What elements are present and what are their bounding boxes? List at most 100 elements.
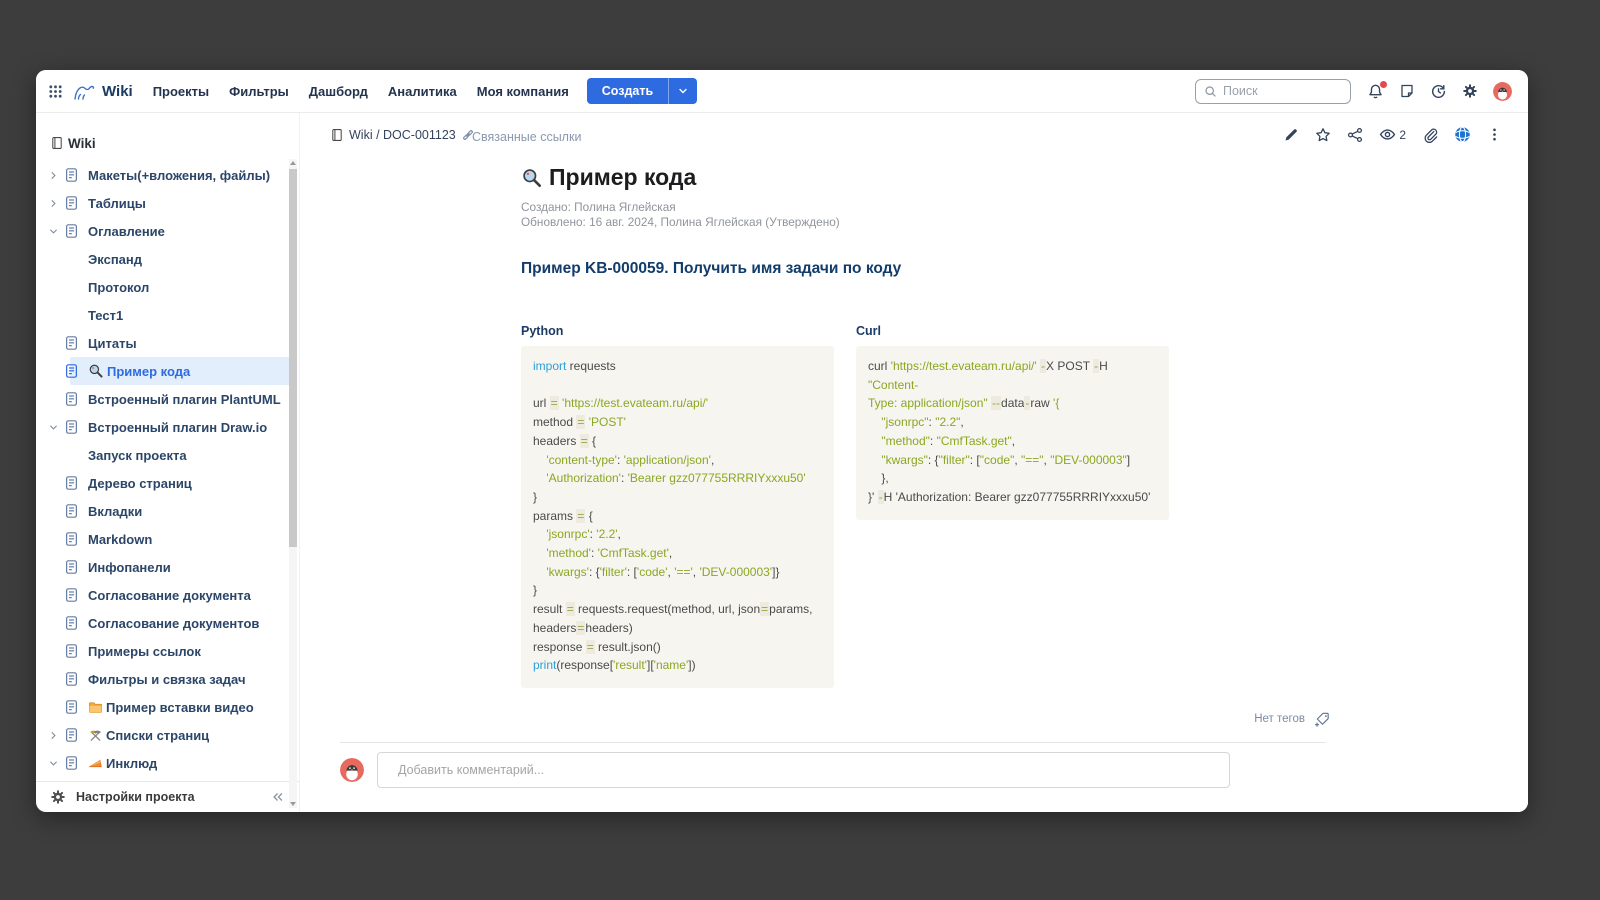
collapse-sidebar-icon[interactable] [271,790,285,804]
search-box[interactable] [1195,79,1351,104]
sidebar-item-label: Встроенный плагин Draw.io [88,420,267,435]
chevron-right-icon[interactable] [48,730,64,741]
comment-input[interactable] [377,752,1230,788]
code-block[interactable]: curl 'https://test.evateam.ru/api/' -X P… [856,346,1169,520]
sidebar-scrollbar-thumb[interactable] [289,169,297,547]
create-button-label[interactable]: Создать [587,78,668,104]
code-card-curl: Curl curl 'https://test.evateam.ru/api/' … [856,324,1169,520]
sidebar-item[interactable]: Таблицы [36,189,299,217]
sidebar-item[interactable]: Markdown [36,525,299,553]
sidebar-item[interactable]: Инфопанели [36,553,299,581]
nav-item-4[interactable]: Моя компания [477,84,569,99]
main-content: Wiki / DOC-001123 Связанные ссылки 2 [300,113,1528,812]
sidebar-item-label: Таблицы [88,196,146,211]
sidebar-item[interactable]: Для вставки [36,777,299,781]
app-logo-dino-icon[interactable] [72,80,98,102]
user-avatar[interactable] [1493,82,1512,101]
chevron-right-icon[interactable] [48,198,64,209]
edit-pencil-icon[interactable] [1283,127,1299,143]
create-button[interactable]: Создать [587,78,697,104]
sidebar-item[interactable]: Встроенный плагин PlantUML [36,385,299,413]
code-language-label: Curl [856,324,1169,338]
chevron-down-icon[interactable] [48,226,64,237]
search-input[interactable] [1223,84,1342,98]
comment-divider [340,742,1326,743]
sidebar-item[interactable]: Пример кода [36,357,299,385]
nav-item-0[interactable]: Проекты [153,84,209,99]
sidebar-item[interactable]: Дерево страниц [36,469,299,497]
scroll-up-arrow-icon[interactable] [290,161,296,165]
project-settings-label[interactable]: Настройки проекта [76,790,261,804]
attachment-paperclip-icon[interactable] [1422,127,1438,143]
sidebar-item-label: Инклюд [88,756,157,771]
add-tag-icon[interactable] [1314,711,1331,728]
document-icon [64,475,88,491]
sidebar-item-label: Фильтры и связка задач [88,672,246,687]
sidebar-item-label: Списки страниц [88,728,209,743]
sidebar-item[interactable]: Встроенный плагин Draw.io [36,413,299,441]
related-links-tab[interactable]: Связанные ссылки [472,130,581,144]
sidebar-item[interactable]: Экспанд [36,245,299,273]
app-window: Wiki Проекты Фильтры Дашборд Аналитика Моя к… [36,70,1528,812]
document-icon [64,391,88,407]
apps-grid-icon[interactable] [48,84,63,99]
document-icon [64,559,88,575]
notes-icon[interactable] [1399,83,1415,99]
wedge-icon [88,756,103,771]
scroll-down-arrow-icon[interactable] [290,802,296,806]
watch-count: 2 [1399,128,1406,142]
eye-icon [1379,126,1396,143]
settings-gear-icon[interactable] [1462,83,1478,99]
sidebar-item[interactable]: Списки страниц [36,721,299,749]
chevron-right-icon[interactable] [48,170,64,181]
sidebar-item-label: Цитаты [88,336,137,351]
magnifier-title-icon [521,167,543,189]
more-kebab-icon[interactable] [1487,127,1502,142]
document-icon [64,503,88,519]
project-settings-gear-icon[interactable] [50,789,66,805]
create-dropdown-chevron-icon[interactable] [668,78,697,104]
nav-item-1[interactable]: Фильтры [229,84,289,99]
sidebar-item[interactable]: Инклюд [36,749,299,777]
top-navigation: Проекты Фильтры Дашборд Аналитика Моя компан… [153,84,569,99]
sidebar-item[interactable]: Макеты(+вложения, файлы) [36,161,299,189]
brand-title[interactable]: Wiki [102,83,133,100]
chevron-down-icon[interactable] [48,422,64,433]
sidebar-item[interactable]: Вкладки [36,497,299,525]
code-examples: Pythonimport requests url = 'https://tes… [521,324,1331,688]
wiki-book-icon [50,136,64,150]
document-icon [64,671,88,687]
history-icon[interactable] [1430,83,1447,100]
sidebar-item[interactable]: Тест1 [36,301,299,329]
sidebar-item-label: Протокол [88,280,149,295]
sidebar-item[interactable]: Оглавление [36,217,299,245]
page-title: Пример кода [549,164,696,191]
sidebar-item[interactable]: Цитаты [36,329,299,357]
sidebar-item[interactable]: Согласование документа [36,581,299,609]
document-icon [64,419,88,435]
breadcrumb-text[interactable]: Wiki / DOC-001123 [349,128,456,142]
nav-item-2[interactable]: Дашборд [309,84,368,99]
sidebar-item[interactable]: Согласование документов [36,609,299,637]
sidebar-item-label: Согласование документов [88,616,259,631]
folder-icon [88,700,103,715]
document-icon [64,363,88,379]
sidebar-item-label: Примеры ссылок [88,644,201,659]
favorite-star-icon[interactable] [1315,127,1331,143]
page-tree: Макеты(+вложения, файлы) Таблицы Оглавлени… [36,154,299,781]
sidebar-item[interactable]: Запуск проекта [36,441,299,469]
code-block[interactable]: import requests url = 'https://test.evat… [521,346,834,688]
watchers-eye-icon[interactable]: 2 [1379,126,1406,143]
sidebar-item[interactable]: Примеры ссылок [36,637,299,665]
share-icon[interactable] [1347,127,1363,143]
search-icon [1204,85,1217,98]
sidebar-item-label: Оглавление [88,224,165,239]
breadcrumb[interactable]: Wiki / DOC-001123 [330,128,475,142]
sidebar-item[interactable]: Фильтры и связка задач [36,665,299,693]
notifications-bell-icon[interactable] [1367,83,1384,100]
sidebar-item[interactable]: Пример вставки видео [36,693,299,721]
public-globe-icon[interactable] [1454,126,1471,143]
sidebar-item[interactable]: Протокол [36,273,299,301]
nav-item-3[interactable]: Аналитика [388,84,457,99]
chevron-down-icon[interactable] [48,758,64,769]
